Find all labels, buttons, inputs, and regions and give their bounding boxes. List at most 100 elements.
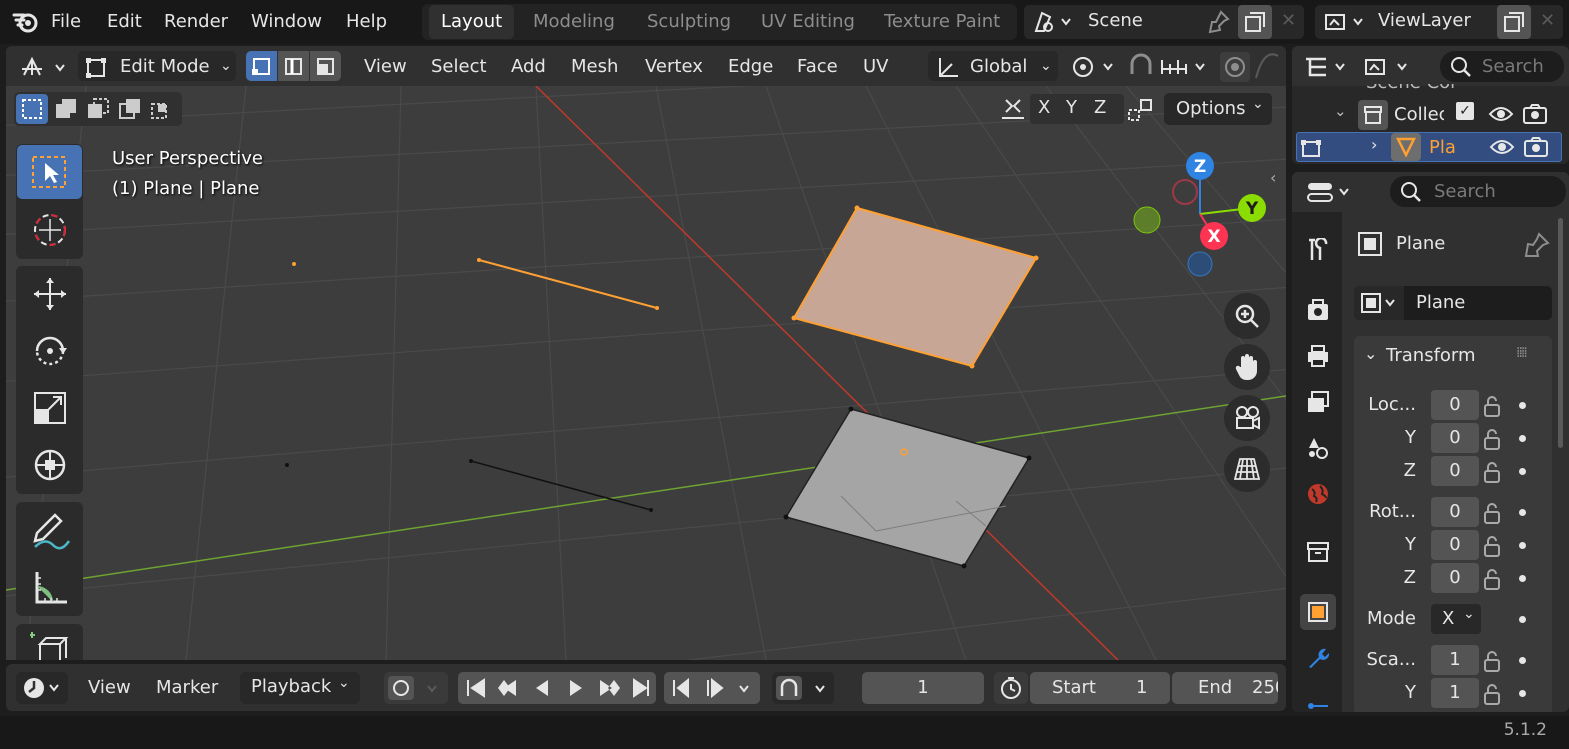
tab-object[interactable]: [1300, 594, 1336, 630]
preview-range-toggle[interactable]: [994, 672, 1028, 704]
location-z-field[interactable]: 0: [1431, 456, 1479, 486]
add-cube-icon[interactable]: [30, 630, 70, 660]
scene-name[interactable]: Scene: [1088, 10, 1143, 31]
select-subtract-icon[interactable]: [86, 98, 110, 120]
gizmo-neg-x[interactable]: [1172, 179, 1198, 205]
face-select-button[interactable]: [310, 51, 341, 81]
start-frame-field[interactable]: Start 1: [1030, 672, 1170, 704]
keyframe-dot-icon[interactable]: [1519, 690, 1526, 697]
cursor-tool[interactable]: [17, 203, 82, 257]
transport-icons[interactable]: [464, 676, 654, 700]
select-invert-icon[interactable]: [118, 98, 142, 120]
tab-modeling[interactable]: Modeling: [521, 5, 627, 39]
location-x-field[interactable]: 0: [1431, 390, 1479, 420]
object-name-field[interactable]: Plane: [1354, 286, 1552, 320]
menu-view[interactable]: View: [364, 52, 407, 81]
options-dropdown[interactable]: Options ⌄: [1164, 93, 1272, 125]
outliner-search-input[interactable]: Search: [1440, 51, 1564, 82]
tab-texture-paint[interactable]: Texture Paint: [872, 5, 1012, 39]
tab-scene[interactable]: [1300, 430, 1336, 466]
menu-face[interactable]: Face: [797, 52, 838, 81]
rotate-tool[interactable]: [17, 324, 82, 378]
end-frame-field[interactable]: End 250: [1172, 672, 1278, 704]
tab-layout[interactable]: Layout: [429, 5, 515, 39]
display-mode-icon[interactable]: [1362, 54, 1418, 80]
location-y-field[interactable]: 0: [1431, 423, 1479, 453]
transform-panel-header[interactable]: ⌄ Transform ⁞⁞⁞⁞: [1354, 336, 1552, 376]
zoom-button[interactable]: [1224, 293, 1270, 339]
3d-viewport[interactable]: Edit Mode ⌄ View Select Add Mesh Vertex …: [6, 46, 1286, 660]
tab-sculpting[interactable]: Sculpting: [635, 5, 743, 39]
lock-icon[interactable]: [1483, 567, 1501, 591]
rotation-x-field[interactable]: 0: [1431, 497, 1479, 527]
annotate-tool[interactable]: [17, 503, 82, 557]
sidebar-toggle-icon[interactable]: ‹: [1270, 168, 1276, 187]
axis-x-toggle[interactable]: X: [1038, 97, 1050, 118]
lock-icon[interactable]: [1483, 460, 1501, 484]
menu-edge[interactable]: Edge: [728, 52, 773, 81]
tab-world[interactable]: [1300, 476, 1336, 512]
lock-icon[interactable]: [1483, 682, 1501, 706]
scale-y-field[interactable]: 1: [1431, 678, 1479, 708]
tab-collection[interactable]: [1300, 534, 1336, 570]
object-browse-button[interactable]: [1354, 286, 1404, 320]
transform-tool[interactable]: [17, 438, 82, 492]
mirror-icon[interactable]: [998, 96, 1028, 124]
select-box-tool[interactable]: [17, 145, 82, 199]
keyframe-dot-icon[interactable]: [1519, 509, 1526, 516]
keyframe-dot-icon[interactable]: [1519, 435, 1526, 442]
select-new-button[interactable]: [16, 94, 48, 124]
lock-icon[interactable]: [1483, 534, 1501, 558]
rotation-y-field[interactable]: 0: [1431, 530, 1479, 560]
blender-logo-icon[interactable]: [12, 9, 40, 35]
editor-type-icon[interactable]: [18, 53, 70, 81]
axis-y-toggle[interactable]: Y: [1066, 97, 1077, 118]
unselected-edge[interactable]: [470, 460, 652, 511]
edit-mode-icon[interactable]: [1299, 136, 1331, 160]
viewport-scene[interactable]: [6, 46, 1286, 660]
auto-keying-toggle[interactable]: [384, 672, 448, 704]
menu-mesh[interactable]: Mesh: [571, 52, 618, 81]
new-view-layer-button[interactable]: [1497, 5, 1531, 39]
outliner-editor-icon[interactable]: [1302, 54, 1352, 80]
timeline-editor-type[interactable]: [16, 672, 68, 704]
lock-icon[interactable]: [1483, 649, 1501, 673]
proportional-editing-icon[interactable]: [1220, 52, 1280, 82]
collapse-arrow-icon[interactable]: ›: [1371, 135, 1377, 154]
menu-help[interactable]: Help: [346, 8, 387, 36]
scale-x-field[interactable]: 1: [1431, 645, 1479, 675]
perspective-toggle-button[interactable]: [1224, 446, 1270, 492]
auto-merge-icon[interactable]: [1126, 96, 1154, 124]
view-layer-icon[interactable]: [1322, 9, 1366, 35]
checkbox-icon[interactable]: ✓: [1456, 102, 1474, 120]
view-layer-name[interactable]: ViewLayer: [1378, 10, 1471, 31]
properties-scrollbar[interactable]: [1558, 218, 1563, 448]
delete-scene-icon[interactable]: ✕: [1281, 10, 1296, 31]
keyframe-dot-icon[interactable]: [1519, 657, 1526, 664]
menu-window[interactable]: Window: [251, 8, 322, 36]
rotation-z-field[interactable]: 0: [1431, 563, 1479, 593]
orientation-label[interactable]: Global: [970, 52, 1027, 81]
camera-view-button[interactable]: [1224, 395, 1270, 441]
timeline-marker-menu[interactable]: Marker: [156, 673, 218, 703]
unselected-plane[interactable]: [784, 408, 1031, 567]
menu-select[interactable]: Select: [431, 52, 487, 81]
render-camera-icon[interactable]: [1523, 136, 1549, 158]
select-intersect-icon[interactable]: [150, 98, 174, 120]
tab-particles[interactable]: [1300, 686, 1336, 712]
outliner-row-collection[interactable]: ⌄ Collec ✓: [1296, 100, 1562, 130]
new-scene-button[interactable]: [1238, 5, 1272, 39]
tab-view-layer[interactable]: [1300, 384, 1336, 420]
outliner-row-scene-collection[interactable]: Scene Col: [1296, 84, 1562, 100]
delete-view-layer-icon[interactable]: ✕: [1540, 10, 1555, 31]
navigation-gizmo[interactable]: Z Y X: [1130, 148, 1270, 280]
tab-render[interactable]: [1300, 292, 1336, 328]
measure-tool[interactable]: [17, 560, 82, 614]
menu-add[interactable]: Add: [511, 52, 546, 81]
render-camera-icon[interactable]: [1522, 103, 1548, 125]
properties-search-input[interactable]: Search: [1390, 176, 1566, 207]
eye-icon[interactable]: [1488, 104, 1514, 124]
axis-z-toggle[interactable]: Z: [1094, 97, 1106, 118]
snapping-icon[interactable]: [1126, 52, 1214, 82]
gizmo-neg-z[interactable]: [1187, 251, 1213, 277]
